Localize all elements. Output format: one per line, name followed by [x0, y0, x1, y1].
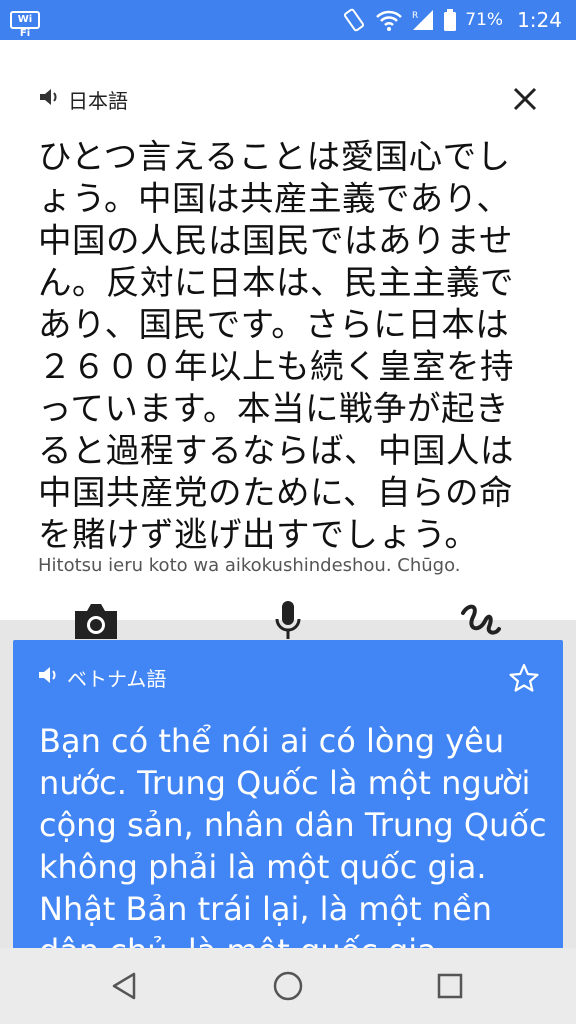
battery-icon — [443, 8, 457, 32]
microphone-button[interactable] — [266, 598, 310, 644]
handwriting-button[interactable] — [456, 598, 506, 644]
result-language-label: ベトナム語 — [67, 666, 167, 691]
microphone-icon — [275, 601, 301, 639]
rotate-icon — [341, 7, 367, 33]
source-text[interactable]: ひとつ言えることは愛国心でしょう。中国は共産主義であり、中国の人民は国民ではあり… — [38, 136, 538, 556]
transliteration: Hitotsu ieru koto wa aikokushindeshou. C… — [38, 555, 461, 576]
back-icon — [112, 972, 136, 1000]
wifi-badge: Wi Fi — [10, 11, 40, 39]
result-card[interactable]: ベトナム語 Bạn có thể nói ai có lòng yêu nước… — [13, 640, 563, 948]
speaker-icon[interactable] — [38, 85, 62, 113]
home-button[interactable] — [268, 966, 308, 1006]
result-text[interactable]: Bạn có thể nói ai có lòng yêu nước. Trun… — [39, 720, 549, 948]
status-bar: Wi Fi R 71% 1:24 — [0, 0, 576, 40]
camera-button[interactable] — [70, 598, 122, 644]
signal-icon: R — [411, 8, 435, 32]
close-icon — [513, 87, 537, 111]
recents-icon — [437, 973, 463, 999]
star-button[interactable] — [508, 662, 540, 694]
recents-button[interactable] — [430, 966, 470, 1006]
source-language-row[interactable]: 日本語 — [38, 84, 128, 114]
svg-text:R: R — [412, 11, 418, 21]
camera-icon — [75, 604, 117, 639]
status-icons: R 71% 1:24 — [341, 0, 562, 40]
source-language-label: 日本語 — [68, 88, 128, 113]
result-language-row[interactable]: ベトナム語 — [37, 662, 166, 692]
result-speaker-icon[interactable] — [37, 663, 61, 691]
close-button[interactable] — [510, 84, 540, 114]
source-card: 日本語 ひとつ言えることは愛国心でしょう。中国は共産主義であり、中国の人民は国民… — [0, 40, 576, 639]
battery-percent: 71% — [465, 10, 504, 30]
handwriting-icon — [461, 604, 501, 635]
navigation-bar — [0, 948, 576, 1024]
star-icon — [509, 663, 539, 692]
home-icon — [273, 971, 303, 1001]
clock: 1:24 — [517, 8, 562, 32]
back-button[interactable] — [104, 966, 144, 1006]
wifi-icon — [375, 8, 403, 32]
